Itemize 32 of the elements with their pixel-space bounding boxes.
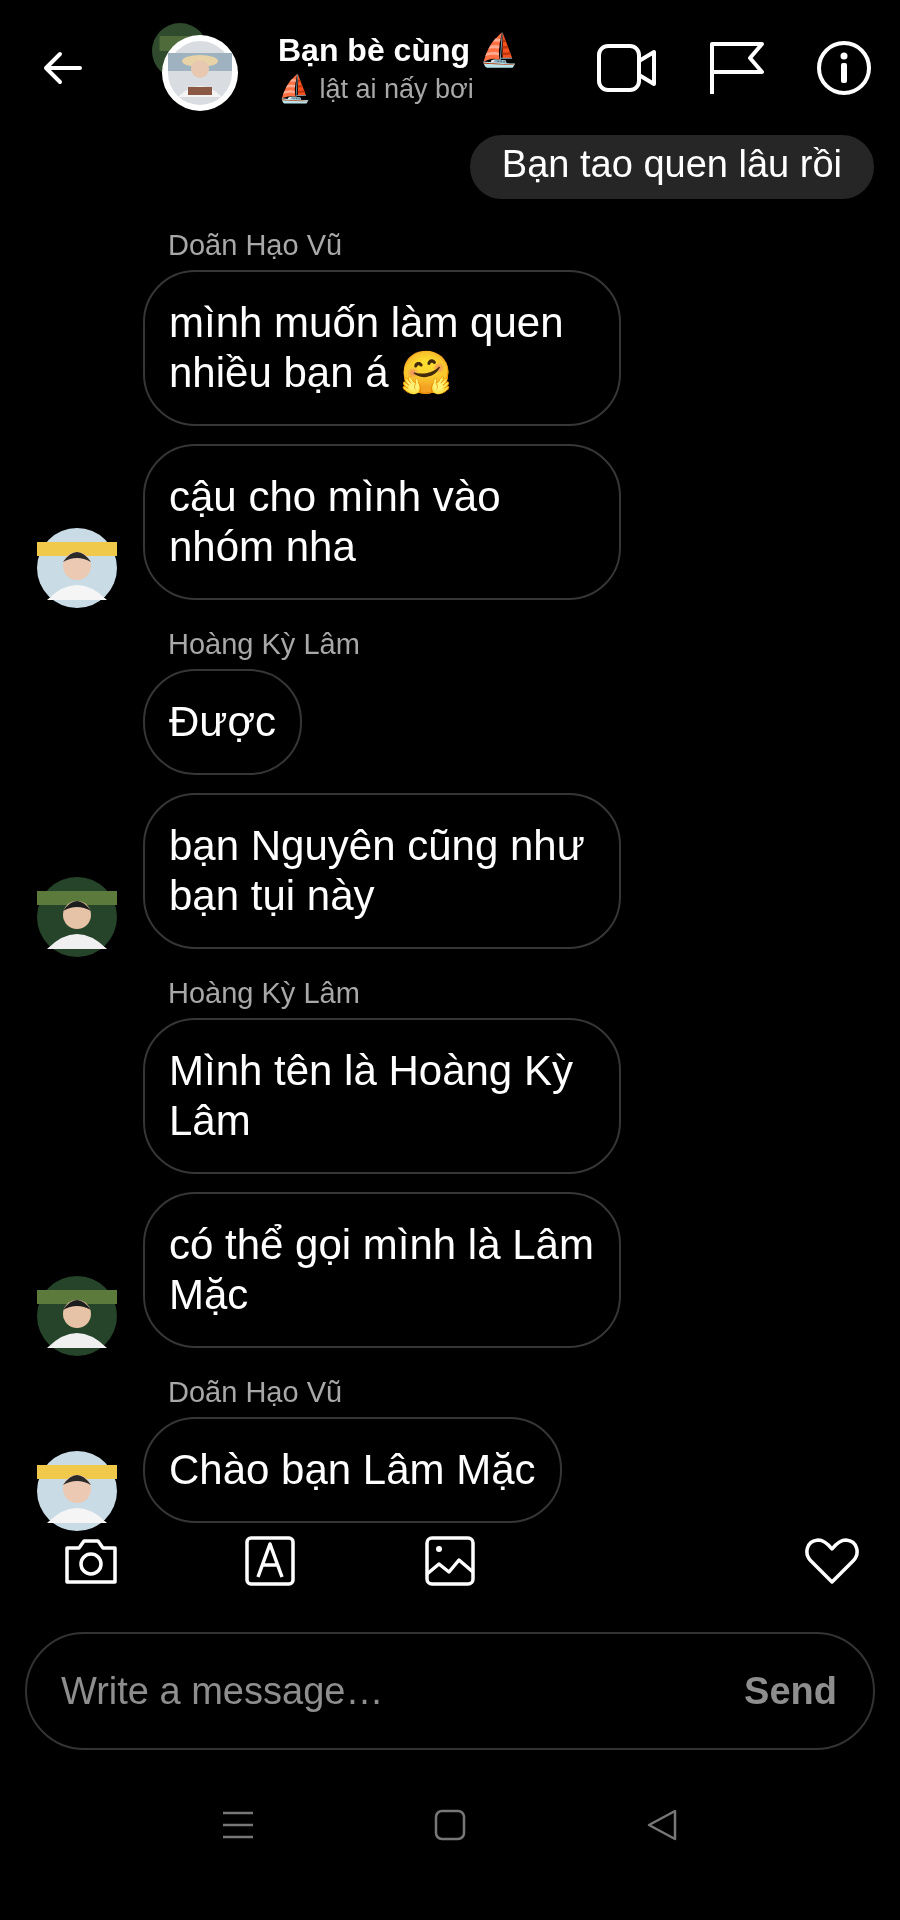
message-bubble: Bạn tao quen lâu rồi xyxy=(469,135,874,199)
message-bubble: bạn Nguyên cũng như bạn tụi này xyxy=(143,793,621,949)
avatar[interactable] xyxy=(162,34,238,111)
flag-icon[interactable] xyxy=(708,39,766,96)
chat-subtitle: ⛵ lật ai nấy bơi xyxy=(278,72,475,105)
avatar[interactable] xyxy=(37,877,117,957)
camera-icon[interactable] xyxy=(63,1536,119,1586)
sender-name: Doãn Hạo Vũ xyxy=(168,1376,344,1409)
back-icon[interactable] xyxy=(646,1809,678,1841)
heart-icon[interactable] xyxy=(804,1536,860,1586)
avatar[interactable] xyxy=(37,528,117,608)
message-bubble: có thể gọi mình là Lâm Mặc xyxy=(143,1192,621,1348)
message-bubble: Được xyxy=(143,669,302,775)
text-style-icon[interactable] xyxy=(245,1536,295,1586)
message-bubble: Chào bạn Lâm Mặc xyxy=(143,1417,562,1523)
info-icon[interactable] xyxy=(816,39,872,96)
back-arrow-icon[interactable] xyxy=(42,50,82,85)
message-bubble: Mình tên là Hoàng Kỳ Lâm xyxy=(143,1018,621,1174)
menu-icon[interactable] xyxy=(222,1810,254,1840)
message-bubble: cậu cho mình vào nhóm nha xyxy=(143,444,621,600)
home-icon[interactable] xyxy=(434,1809,466,1841)
send-button[interactable]: Send xyxy=(744,1669,837,1713)
image-icon[interactable] xyxy=(425,1536,475,1586)
avatar[interactable] xyxy=(37,1276,117,1356)
chat-title[interactable]: Bạn bè cùng ⛵ xyxy=(278,30,596,69)
avatar[interactable] xyxy=(37,1451,117,1531)
sender-name: Doãn Hạo Vũ xyxy=(168,229,344,262)
video-call-icon[interactable] xyxy=(596,42,658,93)
sender-name: Hoàng Kỳ Lâm xyxy=(168,628,361,661)
sender-name: Hoàng Kỳ Lâm xyxy=(168,977,361,1010)
message-bubble: mình muốn làm quen nhiều bạn á 🤗 xyxy=(143,270,621,426)
message-field[interactable]: Write a message… Send xyxy=(25,1632,875,1750)
